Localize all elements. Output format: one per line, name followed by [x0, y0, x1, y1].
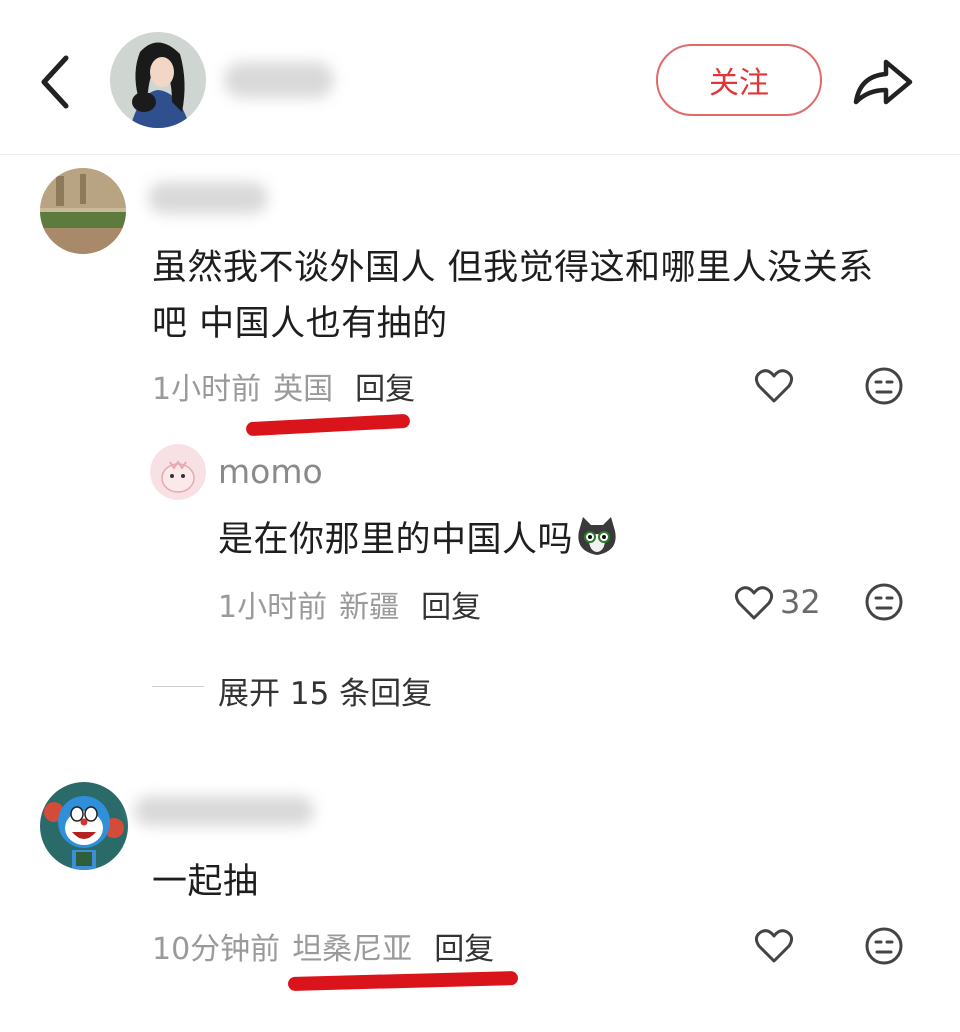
annotation-underline [245, 413, 411, 437]
header-divider [0, 154, 960, 155]
commenter-name-redacted [148, 182, 268, 214]
heart-icon[interactable] [754, 926, 794, 966]
reply-button[interactable]: 回复 [355, 372, 415, 407]
annotation-underline [287, 970, 519, 992]
reply-username[interactable]: momo [218, 452, 323, 491]
comment-meta: 1小时前 英国 回复 [152, 364, 415, 408]
share-icon[interactable] [850, 52, 914, 112]
neutral-face-icon[interactable] [864, 582, 904, 622]
comment-time: 10分钟前 [152, 932, 281, 967]
comment-meta: 10分钟前 坦桑尼亚 回复 [152, 924, 494, 968]
author-avatar[interactable] [110, 32, 206, 128]
reply-text: 是在你那里的中国人吗 [218, 514, 619, 566]
expand-divider [152, 686, 204, 687]
reply-button[interactable]: 回复 [421, 590, 481, 625]
commenter-avatar[interactable] [40, 168, 126, 254]
expand-replies-button[interactable]: 展开 15 条回复 [218, 668, 432, 713]
neutral-face-icon[interactable] [864, 366, 904, 406]
heart-icon[interactable] [734, 583, 774, 623]
comment-text-line: 吧 中国人也有抽的 [152, 304, 448, 344]
reply-text-content: 是在你那里的中国人吗 [218, 520, 574, 560]
comment-location: 坦桑尼亚 [292, 932, 413, 967]
commenter-name-redacted [134, 796, 314, 826]
reply-meta: 1小时前 新疆 回复 [218, 582, 481, 626]
reply-avatar[interactable] [150, 444, 206, 500]
cat-emoji-icon [575, 515, 619, 559]
author-name-redacted [224, 62, 334, 98]
back-icon[interactable] [36, 52, 76, 112]
comment-location: 英国 [273, 372, 334, 407]
reply-location: 新疆 [339, 590, 400, 625]
reply-time: 1小时前 [218, 590, 328, 625]
commenter-avatar[interactable] [40, 782, 128, 870]
comment-text: 一起抽 [152, 862, 259, 902]
comment-text-line: 虽然我不谈外国人 但我觉得这和哪里人没关系 [152, 248, 874, 288]
reply-button[interactable]: 回复 [434, 932, 494, 967]
likes-count: 32 [780, 583, 821, 621]
comment-time: 1小时前 [152, 372, 262, 407]
heart-icon[interactable] [754, 366, 794, 406]
neutral-face-icon[interactable] [864, 926, 904, 966]
follow-button[interactable]: 关注 [656, 44, 822, 116]
